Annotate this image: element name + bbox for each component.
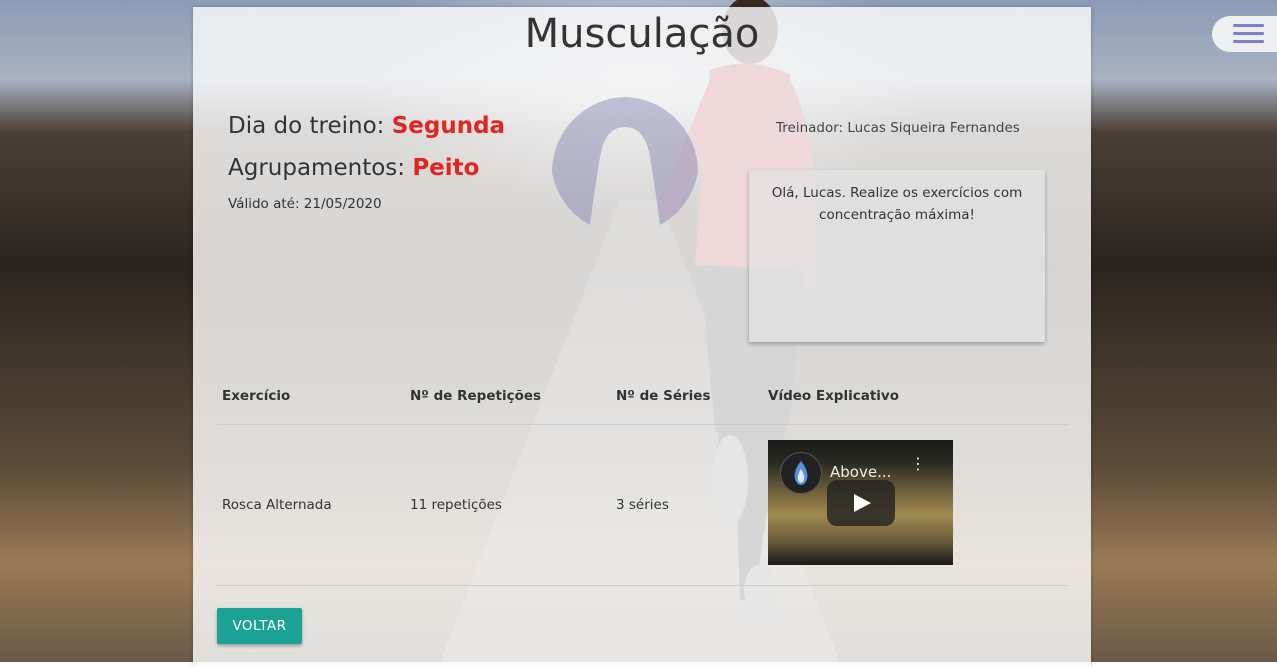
hamburger-icon <box>1233 32 1264 35</box>
cell-sets: 3 séries <box>616 497 669 513</box>
cell-exercise: Rosca Alternada <box>222 497 332 513</box>
back-button[interactable]: VOLTAR <box>217 608 302 644</box>
hamburger-icon <box>1233 24 1264 27</box>
workout-group-label: Agrupamentos: <box>228 155 406 181</box>
workout-day-label: Dia do treino: <box>228 113 385 139</box>
hamburger-icon <box>1233 40 1264 43</box>
header-exercise: Exercício <box>222 388 291 404</box>
page-title: Musculação <box>524 11 760 57</box>
table-header: Exercício Nº de Repetições Nº de Séries … <box>217 379 1067 425</box>
workout-group-value: Peito <box>412 155 480 181</box>
exercise-table: Exercício Nº de Repetições Nº de Séries … <box>217 379 1067 586</box>
header-video: Vídeo Explicativo <box>768 388 899 404</box>
header-reps: Nº de Repetições <box>410 388 542 404</box>
video-more-icon[interactable]: ⋮ <box>910 456 926 484</box>
cell-reps: 11 repetições <box>410 497 502 513</box>
avatar-placeholder-icon <box>552 97 698 225</box>
workout-day-value: Segunda <box>391 113 506 139</box>
table-row: Rosca Alternada 11 repetições 3 séries A… <box>217 425 1067 586</box>
header-sets: Nº de Séries <box>616 388 711 404</box>
play-icon[interactable] <box>827 480 895 526</box>
trainer-message-card: Olá, Lucas. Realize os exercícios com co… <box>749 170 1045 342</box>
valid-until: Válido até: 21/05/2020 <box>228 196 382 212</box>
workout-panel: Musculação Dia do treino: Segunda Agrupa… <box>193 7 1091 667</box>
channel-logo-icon[interactable] <box>780 452 822 494</box>
hamburger-menu-button[interactable] <box>1212 16 1277 52</box>
trainer-message: Olá, Lucas. Realize os exercícios com co… <box>771 185 1023 223</box>
video-player[interactable]: Above... ⋮ <box>768 440 953 565</box>
trainer-name: Treinador: Lucas Siqueira Fernandes <box>776 120 1020 136</box>
workout-day: Dia do treino: Segunda <box>228 113 505 139</box>
workout-group: Agrupamentos: Peito <box>228 155 479 181</box>
video-title[interactable]: Above... <box>830 463 891 481</box>
